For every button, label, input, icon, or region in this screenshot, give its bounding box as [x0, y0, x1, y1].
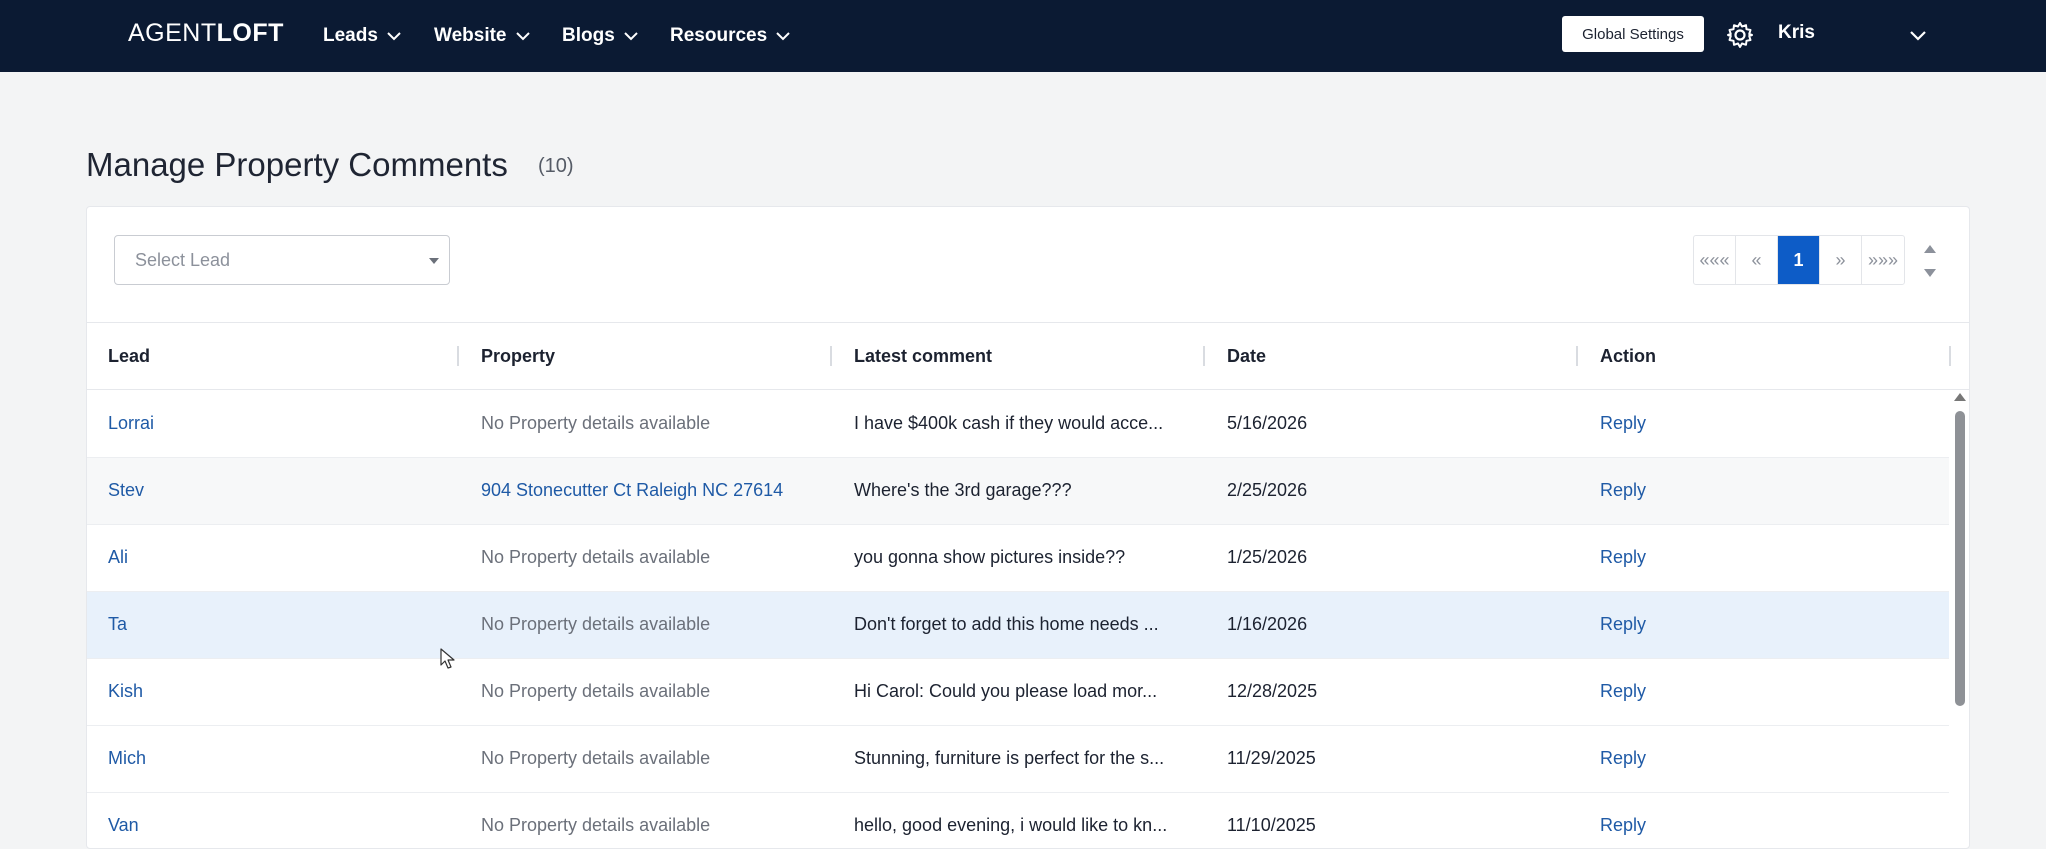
comment-date: 1/16/2026 — [1227, 614, 1308, 634]
reply-link[interactable]: Reply — [1600, 413, 1680, 434]
table-row: Lorrai No Property details available I h… — [87, 391, 1949, 458]
caret-down-icon — [429, 258, 439, 264]
brand-logo-bold: LOFT — [216, 19, 284, 47]
prev-page-button[interactable]: « — [1736, 236, 1778, 284]
column-resizer[interactable] — [830, 346, 832, 366]
nav-resources-label: Resources — [670, 25, 768, 46]
first-page-button[interactable]: ««« — [1694, 236, 1736, 284]
nav-website[interactable]: Website — [434, 22, 531, 50]
last-page-button[interactable]: »»» — [1862, 236, 1904, 284]
brand-logo[interactable]: AGENTLOFT — [128, 19, 284, 48]
property-text: No Property details available — [481, 614, 711, 634]
property-link[interactable]: 904 Stonecutter Ct Raleigh NC 27614 — [481, 480, 841, 501]
property-text: No Property details available — [481, 748, 711, 768]
latest-comment: you gonna show pictures inside?? — [854, 547, 1126, 567]
table-row: Stev 904 Stonecutter Ct Raleigh NC 27614… — [87, 458, 1949, 525]
lead-link[interactable]: Stev — [108, 480, 178, 501]
reply-link[interactable]: Reply — [1600, 681, 1680, 702]
table-scrollbar[interactable] — [1949, 391, 1969, 849]
comment-date: 11/29/2025 — [1227, 748, 1316, 768]
table-body: Lorrai No Property details available I h… — [87, 391, 1949, 849]
table-row: Van No Property details available hello,… — [87, 793, 1949, 849]
property-text: No Property details available — [481, 547, 711, 567]
lead-link[interactable]: Ali — [108, 547, 178, 568]
property-text: No Property details available — [481, 681, 711, 701]
nav-resources[interactable]: Resources — [670, 22, 791, 50]
lead-link[interactable]: Ta — [108, 614, 178, 635]
latest-comment: hello, good evening, i would like to kn.… — [854, 815, 1168, 835]
chevron-down-icon — [387, 32, 401, 41]
comment-date: 12/28/2025 — [1227, 681, 1318, 701]
nav-blogs-label: Blogs — [562, 25, 615, 46]
column-resizer[interactable] — [1203, 346, 1205, 366]
chevron-down-icon — [776, 32, 790, 41]
nav-website-label: Website — [434, 25, 507, 46]
comment-date: 5/16/2026 — [1227, 413, 1308, 433]
mouse-cursor-icon — [440, 648, 455, 669]
table-row: Kish No Property details available Hi Ca… — [87, 659, 1949, 726]
comment-date: 11/10/2025 — [1227, 815, 1316, 835]
comments-card: Select Lead ««« « 1 » »»» Lead Property … — [86, 206, 1970, 849]
scrollbar-thumb[interactable] — [1955, 411, 1965, 706]
lead-link[interactable]: Mich — [108, 748, 178, 769]
latest-comment: I have $400k cash if they would acce... — [854, 413, 1164, 433]
nav-leads-label: Leads — [323, 25, 378, 46]
reply-link[interactable]: Reply — [1600, 748, 1680, 769]
column-resizer[interactable] — [1949, 346, 1951, 366]
scroll-arrows-icon[interactable] — [1923, 241, 1937, 281]
column-header-latest-comment[interactable]: Latest comment — [854, 346, 992, 367]
table-row: Mich No Property details available Stunn… — [87, 726, 1949, 793]
pagination: ««« « 1 » »»» — [1693, 235, 1905, 285]
latest-comment: Don't forget to add this home needs ... — [854, 614, 1159, 634]
table-row: Ta No Property details available Don't f… — [87, 592, 1949, 659]
table-row: Ali No Property details available you go… — [87, 525, 1949, 592]
select-lead-dropdown[interactable]: Select Lead — [114, 235, 450, 285]
nav-leads[interactable]: Leads — [323, 22, 402, 50]
reply-link[interactable]: Reply — [1600, 547, 1680, 568]
comment-count: (10) — [538, 155, 574, 177]
comment-date: 2/25/2026 — [1227, 480, 1308, 500]
comment-date: 1/25/2026 — [1227, 547, 1308, 567]
chevron-down-icon — [624, 32, 638, 41]
column-header-lead[interactable]: Lead — [108, 346, 150, 367]
latest-comment: Stunning, furniture is perfect for the s… — [854, 748, 1165, 768]
reply-link[interactable]: Reply — [1600, 815, 1680, 836]
property-text: No Property details available — [481, 413, 711, 433]
page-1-button[interactable]: 1 — [1778, 236, 1820, 284]
reply-link[interactable]: Reply — [1600, 480, 1680, 501]
chevron-down-icon — [515, 32, 530, 41]
latest-comment: Hi Carol: Could you please load mor... — [854, 681, 1158, 701]
global-settings-button[interactable]: Global Settings — [1562, 16, 1704, 52]
latest-comment: Where's the 3rd garage??? — [854, 480, 1072, 500]
nav-blogs[interactable]: Blogs — [562, 22, 639, 50]
brand-logo-light: AGENT — [128, 19, 217, 47]
select-lead-placeholder: Select Lead — [135, 250, 231, 270]
column-header-property[interactable]: Property — [481, 346, 555, 367]
next-page-button[interactable]: » — [1820, 236, 1862, 284]
lead-link[interactable]: Kish — [108, 681, 178, 702]
gear-icon[interactable] — [1725, 20, 1755, 50]
property-text: No Property details available — [481, 815, 711, 835]
scroll-up-icon[interactable] — [1954, 393, 1966, 401]
column-resizer[interactable] — [457, 346, 459, 366]
lead-link[interactable]: Lorrai — [108, 413, 178, 434]
user-name[interactable]: Kris — [1778, 22, 1815, 44]
filter-bar: Select Lead ««« « 1 » »»» — [87, 207, 1969, 323]
chevron-down-icon[interactable] — [1908, 28, 1928, 42]
top-navbar: AGENTLOFT Leads Website Blogs Resources … — [0, 0, 2046, 72]
column-header-action[interactable]: Action — [1600, 346, 1656, 367]
lead-link[interactable]: Van — [108, 815, 178, 836]
reply-link[interactable]: Reply — [1600, 614, 1680, 635]
page-title: Manage Property Comments — [86, 146, 508, 183]
column-header-date[interactable]: Date — [1227, 346, 1266, 367]
table-header: Lead Property Latest comment Date Action — [87, 324, 1969, 390]
column-resizer[interactable] — [1576, 346, 1578, 366]
